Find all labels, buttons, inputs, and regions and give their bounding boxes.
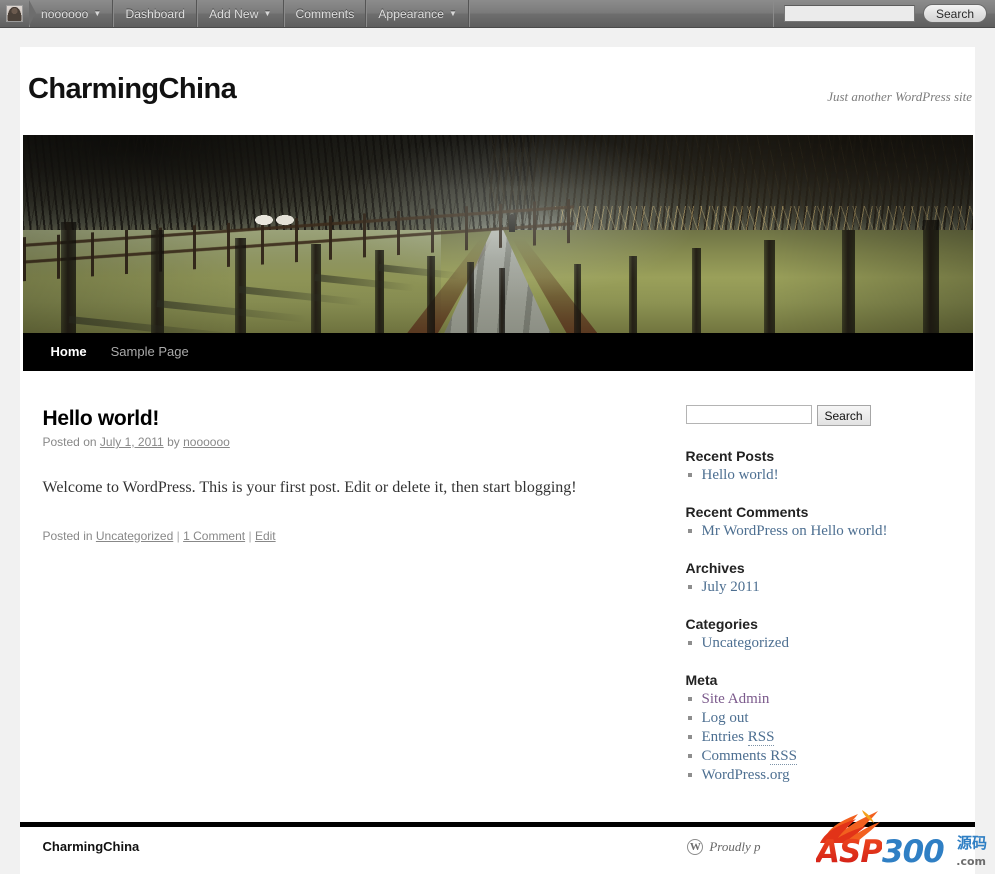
post-meta-prefix: Posted on (42, 435, 97, 449)
chevron-down-icon: ▼ (449, 8, 458, 18)
post-comments-link[interactable]: 1 Comment (183, 529, 245, 543)
list-item[interactable]: Entries RSS (686, 728, 953, 746)
chevron-down-icon: ▼ (93, 8, 102, 18)
admin-bar-search-input[interactable] (784, 5, 915, 22)
utility-separator: | (248, 528, 252, 543)
entries-rss-link[interactable]: Entries RSS (702, 729, 775, 746)
list-item[interactable]: July 2011 (686, 578, 953, 596)
wp-admin-bar: noooooo ▼ Dashboard Add New ▼ Comments A… (0, 0, 995, 28)
site-description: Just another WordPress site (827, 89, 972, 104)
widget-meta: Meta Site Admin Log out Entries RSS Comm… (686, 672, 953, 784)
admin-bar-item-add-new[interactable]: Add New ▼ (197, 0, 284, 27)
sidebar: Search Recent Posts Hello world! Recent … (685, 399, 953, 804)
widget-title: Categories (685, 616, 758, 632)
admin-bar-item-label: noooooo (41, 6, 89, 21)
comments-rss-label: Comments (701, 748, 771, 764)
post-author-link[interactable]: noooooo (183, 435, 230, 449)
list-item[interactable]: Hello world! (686, 466, 953, 484)
post-content: Welcome to WordPress. This is your first… (42, 479, 577, 496)
widget-list: Mr WordPress on Hello world! (686, 522, 953, 540)
widget-list: July 2011 (686, 578, 953, 596)
comment-joiner: on (791, 523, 807, 539)
site-footer: CharmingChina W Proudly p (20, 822, 975, 874)
footer-generator[interactable]: W Proudly p (687, 839, 972, 855)
widget-recent-posts: Recent Posts Hello world! (686, 448, 953, 484)
entries-rss-label: Entries (701, 729, 748, 745)
widget-archives: Archives July 2011 (686, 560, 953, 596)
widget-title: Archives (685, 560, 745, 576)
admin-bar-item-account[interactable]: noooooo ▼ (29, 0, 114, 27)
admin-bar-item-label: Comments (295, 6, 355, 21)
archive-link[interactable]: July 2011 (702, 579, 760, 595)
nav-link[interactable]: Sample Page (99, 333, 201, 371)
search-button[interactable]: Search (816, 405, 871, 426)
list-item[interactable]: Log out (686, 709, 953, 727)
post-title[interactable]: Hello world! (43, 407, 686, 431)
widget-list: Uncategorized (686, 634, 953, 652)
admin-bar-search: Search (773, 0, 995, 27)
utility-separator: | (176, 528, 180, 543)
header-image (22, 135, 973, 333)
comment-author-link[interactable]: Mr WordPress (702, 523, 788, 539)
widget-title: Recent Comments (685, 504, 809, 520)
post-category-link[interactable]: Uncategorized (96, 529, 173, 543)
nav-item-sample-page[interactable]: Sample Page (99, 333, 201, 371)
rss-abbr: RSS (770, 748, 797, 765)
post-column: Hello world! Posted on July 1, 2011 by n… (23, 399, 686, 804)
footer-inner: CharmingChina W Proudly p (23, 827, 973, 874)
admin-bar-item-appearance[interactable]: Appearance ▼ (366, 0, 470, 27)
admin-bar-item-label: Dashboard (125, 6, 186, 21)
admin-bar-item-label: Appearance (378, 6, 445, 21)
post-edit-link[interactable]: Edit (255, 529, 276, 543)
list-item[interactable]: Comments RSS (686, 747, 953, 765)
widget-categories: Categories Uncategorized (686, 616, 953, 652)
footer-site-title[interactable]: CharmingChina (43, 839, 140, 854)
footer-generator-text: Proudly p (709, 839, 761, 854)
main-content-area: Hello world! Posted on July 1, 2011 by n… (23, 371, 973, 804)
log-out-link[interactable]: Log out (702, 710, 749, 726)
nav-list: Home Sample Page (23, 333, 201, 371)
main-navigation: Home Sample Page (22, 333, 973, 371)
search-input[interactable] (685, 405, 812, 424)
site-admin-link[interactable]: Site Admin (702, 691, 770, 707)
post-date-link[interactable]: July 1, 2011 (100, 435, 164, 449)
list-item[interactable]: WordPress.org (686, 766, 953, 784)
widget-recent-comments: Recent Comments Mr WordPress on Hello wo… (686, 504, 953, 540)
recent-post-link[interactable]: Hello world! (702, 467, 779, 483)
comments-rss-link[interactable]: Comments RSS (702, 748, 797, 765)
widget-list: Site Admin Log out Entries RSS Comments … (686, 690, 953, 784)
header-image-mist (22, 135, 973, 333)
category-link[interactable]: Uncategorized (702, 635, 789, 651)
post-utility: Posted in Uncategorized | 1 Comment | Ed… (43, 529, 686, 543)
post-meta: Posted on July 1, 2011 by noooooo (43, 435, 686, 449)
admin-bar-item-dashboard[interactable]: Dashboard (113, 0, 198, 27)
list-item[interactable]: Mr WordPress on Hello world! (686, 522, 953, 540)
rss-abbr: RSS (747, 729, 775, 746)
wordpress-logo-icon: W (687, 839, 704, 855)
list-item[interactable]: Site Admin (686, 690, 953, 708)
post-meta-by: by (167, 435, 180, 449)
widget-title: Recent Posts (685, 448, 775, 464)
post-utility-prefix: Posted in (42, 528, 93, 543)
admin-bar-avatar[interactable] (0, 0, 36, 27)
widget-title: Meta (685, 672, 718, 688)
widget-list: Hello world! (686, 466, 953, 484)
list-item[interactable]: Uncategorized (686, 634, 953, 652)
admin-bar-spacer (469, 0, 773, 27)
admin-bar-item-comments[interactable]: Comments (283, 0, 367, 27)
wordpress-org-link[interactable]: WordPress.org (702, 767, 790, 783)
sidebar-search-form: Search (685, 405, 953, 426)
admin-bar-search-button[interactable]: Search (923, 4, 987, 23)
avatar-icon (6, 5, 23, 22)
nav-item-home[interactable]: Home (39, 333, 99, 371)
admin-bar-item-label: Add New (209, 6, 259, 21)
post: Hello world! Posted on July 1, 2011 by n… (43, 407, 686, 543)
chevron-down-icon: ▼ (263, 8, 272, 18)
comment-post-link[interactable]: Hello world! (810, 523, 887, 539)
site-header: CharmingChina Just another WordPress sit… (20, 47, 975, 135)
site-title[interactable]: CharmingChina (28, 75, 237, 104)
site-page: CharmingChina Just another WordPress sit… (20, 47, 975, 874)
nav-link[interactable]: Home (39, 333, 99, 371)
